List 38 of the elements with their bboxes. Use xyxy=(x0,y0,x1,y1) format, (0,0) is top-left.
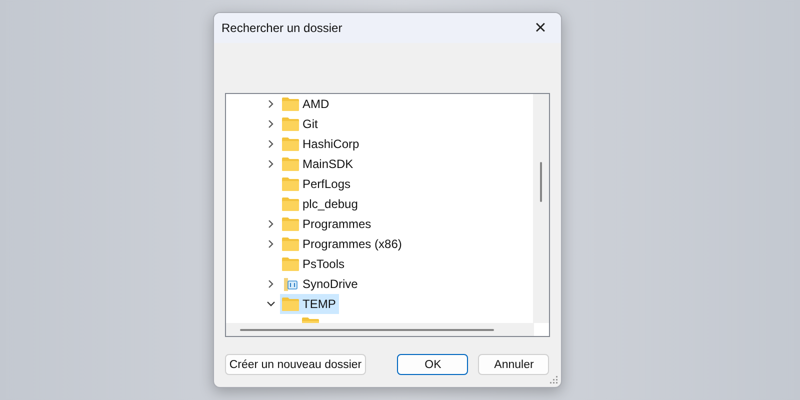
chevron-down-icon[interactable] xyxy=(266,299,276,309)
chevron-right-icon[interactable] xyxy=(266,119,276,129)
folder-icon xyxy=(282,217,298,231)
folder-icon xyxy=(282,97,298,111)
tree-item[interactable]: Git xyxy=(280,114,321,134)
chevron-right-icon[interactable] xyxy=(266,219,276,229)
sync-folder-icon xyxy=(282,277,298,291)
resize-grip-icon[interactable] xyxy=(550,376,558,384)
chevron-right-icon[interactable] xyxy=(266,139,276,149)
vertical-scrollbar[interactable] xyxy=(532,94,548,323)
folder-icon xyxy=(282,177,298,191)
chevron-right-icon[interactable] xyxy=(266,159,276,169)
tree-item[interactable]: HashiCorp xyxy=(280,134,362,154)
chevron-right-icon[interactable] xyxy=(266,239,276,249)
folder-icon xyxy=(282,237,298,251)
window-title: Rechercher un dossier xyxy=(222,21,342,35)
tree-item[interactable]: AMD xyxy=(280,94,332,114)
chevron-right-icon[interactable] xyxy=(266,279,276,289)
tree-item[interactable]: Programmes xyxy=(280,214,374,234)
tree-item[interactable]: PerfLogs xyxy=(280,174,354,194)
dialog-button[interactable]: Annuler xyxy=(478,354,550,375)
chevron-right-icon[interactable] xyxy=(266,99,276,109)
tree-item[interactable]: MainSDK xyxy=(280,154,356,174)
dialog-button[interactable]: Créer un nouveau dossier xyxy=(224,354,366,375)
folder-icon xyxy=(282,197,298,211)
close-button[interactable]: × xyxy=(520,13,560,43)
tree-item[interactable]: TEMP xyxy=(280,294,339,314)
tree-item[interactable]: plc_debug xyxy=(280,194,361,214)
folder-icon xyxy=(282,297,298,311)
folder-icon xyxy=(282,257,298,271)
folder-icon xyxy=(282,157,298,171)
tree-item[interactable]: PsTools xyxy=(280,254,348,274)
horizontal-scrollbar[interactable] xyxy=(226,323,534,336)
ok-button[interactable]: OK xyxy=(397,354,468,375)
folder-icon xyxy=(282,137,298,151)
folder-icon xyxy=(282,117,298,131)
tree-item[interactable]: SynoDrive xyxy=(280,274,361,294)
tree-item[interactable]: Programmes (x86) xyxy=(280,234,405,254)
